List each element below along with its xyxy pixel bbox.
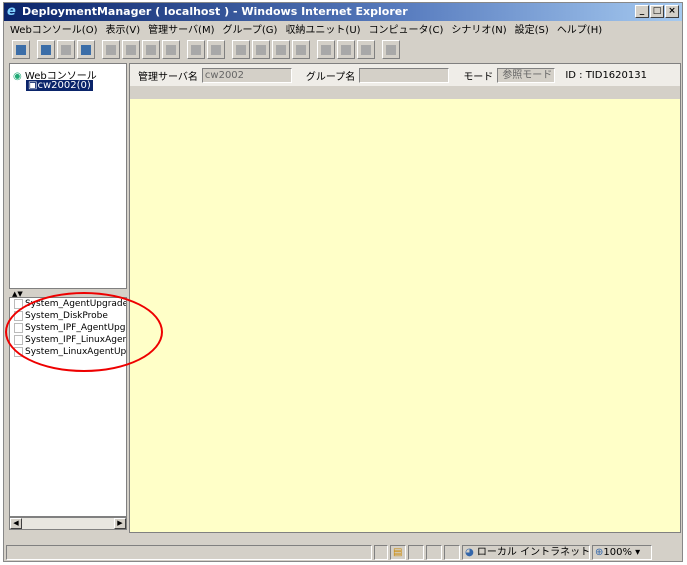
status-panel: [374, 544, 388, 560]
zone-label: ローカル イントラネット: [476, 546, 591, 558]
tool-button[interactable]: [272, 40, 290, 59]
intranet-icon: ◕: [465, 546, 474, 558]
tool-button[interactable]: [357, 40, 375, 59]
tool-button[interactable]: [187, 40, 205, 59]
tool-button[interactable]: [162, 40, 180, 59]
status-panel: [444, 544, 460, 560]
window-title: DeploymentManager ( localhost ) - Window…: [22, 5, 408, 18]
tool-icon: [191, 44, 201, 55]
tool-button[interactable]: [207, 40, 225, 59]
zoom-dropdown-icon[interactable]: ▾: [635, 547, 640, 558]
server-label: 管理サーバ名: [138, 71, 198, 83]
tree-node-cw2002[interactable]: ▣cw2002(0): [26, 80, 93, 91]
menu-view[interactable]: 表示(V): [105, 23, 140, 39]
close-button[interactable]: ×: [665, 5, 679, 18]
status-panel: [408, 544, 424, 560]
status-panel: [426, 544, 442, 560]
tree-node-label: cw2002(0): [37, 80, 91, 91]
maximize-button[interactable]: □: [650, 5, 664, 18]
tool-button[interactable]: [252, 40, 270, 59]
content-pane: 管理サーバ名 cw2002 グループ名 モード 参照モード ID : TID16…: [129, 63, 681, 533]
tool-icon: [386, 44, 396, 55]
zone-panel: ◕ ローカル イントラネット: [462, 544, 591, 560]
computer-icon: [41, 44, 51, 55]
status-bar: ▤ ◕ ローカル イントラネット ⊕100% ▾: [4, 543, 682, 561]
menu-help[interactable]: ヘルプ(H): [557, 23, 602, 39]
scroll-right-icon[interactable]: ▶: [114, 518, 126, 529]
tool-button[interactable]: [382, 40, 400, 59]
tool-icon: [296, 44, 306, 55]
tool-icon: [126, 44, 136, 55]
tool-button[interactable]: [142, 40, 160, 59]
status-text: [6, 544, 372, 560]
tool-icon: [61, 44, 71, 55]
menu-group[interactable]: グループ(G): [222, 23, 277, 39]
server-field: cw2002: [201, 67, 292, 83]
menu-unit[interactable]: 収納ユニット(U): [285, 23, 360, 39]
monitor-button[interactable]: [77, 40, 95, 59]
tool-icon: [341, 44, 351, 55]
tool-button[interactable]: [102, 40, 120, 59]
minimize-button[interactable]: _: [635, 5, 649, 18]
menu-server[interactable]: 管理サーバ(M): [148, 23, 214, 39]
scroll-left-icon[interactable]: ◀: [10, 518, 22, 529]
tool-icon: [256, 44, 266, 55]
tool-button[interactable]: [317, 40, 335, 59]
tool-button[interactable]: [292, 40, 310, 59]
monitor-icon: [81, 44, 91, 55]
tool-icon: [211, 44, 221, 55]
info-header: 管理サーバ名 cw2002 グループ名 モード 参照モード ID : TID16…: [130, 64, 680, 86]
annotation-circle: [5, 292, 163, 372]
zoom-control[interactable]: ⊕100% ▾: [592, 544, 652, 560]
tool-icon: [361, 44, 371, 55]
header-strip: [130, 86, 680, 99]
mode-field: 参照モード: [497, 67, 556, 83]
id-text: ID : TID1620131: [565, 69, 647, 81]
refresh-icon: [16, 44, 26, 55]
refresh-button[interactable]: [12, 40, 30, 59]
browser-window: e DeploymentManager ( localhost ) - Wind…: [3, 2, 683, 562]
title-bar: e DeploymentManager ( localhost ) - Wind…: [4, 3, 682, 21]
tool-icon: [166, 44, 176, 55]
tool-icon: [146, 44, 156, 55]
horizontal-scrollbar[interactable]: ◀ ▶: [9, 517, 127, 530]
tool-icon: [321, 44, 331, 55]
mode-label: モード: [463, 71, 494, 83]
group-field: [359, 67, 450, 83]
tool-icon: [236, 44, 246, 55]
page-icon: ▤: [390, 544, 406, 560]
menu-bar: Webコンソール(O) 表示(V) 管理サーバ(M) グループ(G) 収納ユニッ…: [10, 23, 602, 39]
toolbar: [12, 40, 400, 62]
tool-icon: [106, 44, 116, 55]
group-label: グループ名: [305, 71, 356, 83]
computer-button[interactable]: [37, 40, 55, 59]
globe-icon: ◉: [13, 71, 22, 82]
tool-icon: [276, 44, 286, 55]
menu-computer[interactable]: コンピュータ(C): [369, 23, 444, 39]
tool-button[interactable]: [337, 40, 355, 59]
menu-settings[interactable]: 設定(S): [515, 23, 549, 39]
tree-view: ◉ Webコンソール ▣cw2002(0): [9, 63, 127, 289]
tool-button[interactable]: [232, 40, 250, 59]
tool-button[interactable]: [122, 40, 140, 59]
tool-button[interactable]: [57, 40, 75, 59]
zoom-level: 100%: [603, 546, 632, 558]
menu-webconsole[interactable]: Webコンソール(O): [10, 23, 97, 39]
ie-logo-icon: e: [7, 4, 16, 19]
menu-scenario[interactable]: シナリオ(N): [451, 23, 506, 39]
